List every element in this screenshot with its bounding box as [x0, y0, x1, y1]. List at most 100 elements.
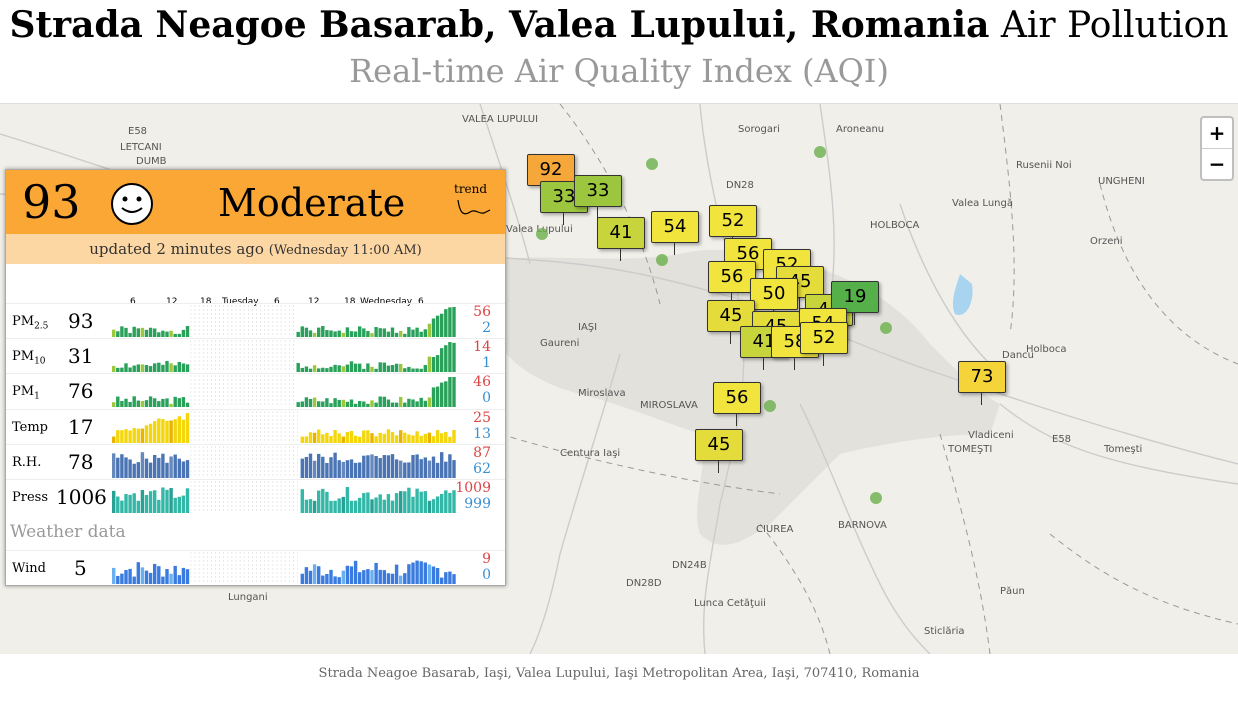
- history-sparkline: [112, 375, 456, 407]
- aqi-marker[interactable]: 41: [597, 217, 645, 261]
- map-label-road: DN24B: [672, 560, 707, 571]
- measurement-value: 76: [68, 379, 94, 403]
- footer-address: Strada Neagoe Basarab, Iaşi, Valea Lupul…: [318, 666, 920, 681]
- map-label-road: E58: [1052, 434, 1072, 445]
- map-label-place: LETCANI: [120, 142, 162, 153]
- aqi-marker[interactable]: 33: [574, 175, 622, 219]
- map-label-place: TOMEŞTI: [948, 444, 993, 455]
- measurement-label-text: Press: [12, 490, 48, 505]
- history-sparkline: [112, 411, 456, 443]
- measurement-value: 17: [68, 415, 94, 439]
- history-sparkline: [112, 340, 456, 372]
- station-dot[interactable]: [536, 228, 548, 240]
- aqi-marker[interactable]: 56: [708, 261, 756, 305]
- map-label-place: Rusenii Noi: [1016, 160, 1072, 171]
- measurement-row[interactable]: Press 1006 1009 999: [6, 479, 505, 515]
- aqi-marker[interactable]: 45: [695, 429, 743, 473]
- trend-link[interactable]: trend: [454, 182, 494, 218]
- measurement-row[interactable]: PM2.5 93 56 2: [6, 303, 505, 339]
- measurement-min: 0: [482, 390, 491, 406]
- measurement-label-text: PM: [12, 314, 35, 329]
- map-label-place: Aroneanu: [836, 124, 885, 135]
- station-dot[interactable]: [656, 254, 668, 266]
- page-title-location: Strada Neagoe Basarab, Valea Lupului, Ro…: [9, 4, 990, 46]
- aqi-marker[interactable]: 54: [651, 211, 699, 255]
- map-label-place: Orzeni: [1090, 236, 1123, 247]
- aqi-level: Moderate: [218, 181, 406, 225]
- measurement-label-text: Temp: [12, 420, 49, 435]
- station-dot[interactable]: [646, 158, 658, 170]
- aqi-marker[interactable]: 50: [750, 278, 798, 322]
- zoom-control: + −: [1200, 116, 1234, 181]
- aqi-marker[interactable]: 73: [958, 361, 1006, 405]
- map-label-place: Păun: [1000, 586, 1025, 597]
- aqi-marker[interactable]: 52: [709, 205, 757, 249]
- page-title: Strada Neagoe Basarab, Valea Lupului, Ro…: [0, 2, 1238, 49]
- measurement-label: Press: [12, 490, 48, 505]
- measurement-min: 1: [482, 355, 491, 371]
- smiley-face-icon: [111, 183, 153, 225]
- measurement-value: 93: [68, 309, 94, 333]
- map-label-place: MIROSLAVA: [640, 400, 698, 411]
- measurement-label: PM1: [12, 384, 40, 402]
- history-sparkline: [112, 446, 456, 478]
- map-label-road: DN28D: [626, 578, 662, 589]
- map-label-place: Valea Lungă: [952, 198, 1013, 209]
- updated-text: updated 2 minutes ago: [89, 240, 264, 258]
- station-dot[interactable]: [880, 322, 892, 334]
- updated-time: (Wednesday 11:00 AM): [268, 243, 422, 258]
- map-label-place: VALEA LUPULUI: [462, 114, 539, 125]
- measurement-row[interactable]: PM1 76 46 0: [6, 373, 505, 409]
- page-subtitle: Real-time Air Quality Index (AQI): [349, 52, 889, 90]
- measurement-value: 78: [68, 450, 94, 474]
- page-title-suffix: Air Pollution: [1000, 5, 1229, 46]
- measurement-max: 14: [473, 339, 491, 355]
- map-label-place: CIUREA: [756, 524, 794, 535]
- station-dot[interactable]: [764, 400, 776, 412]
- measurement-label: PM2.5: [12, 314, 48, 332]
- measurement-label: Temp: [12, 420, 48, 435]
- trend-label: trend: [454, 182, 488, 196]
- measurement-label-text: PM: [12, 384, 35, 399]
- measurement-value: 1006: [56, 485, 107, 509]
- measurement-row[interactable]: PM10 31 14 1: [6, 338, 505, 374]
- map-label-place: Sticlăria: [924, 626, 965, 637]
- zoom-out-button[interactable]: −: [1202, 148, 1232, 179]
- station-dot[interactable]: [870, 492, 882, 504]
- zoom-in-button[interactable]: +: [1202, 118, 1232, 148]
- aqi-header: 93 Moderate trend: [6, 170, 505, 234]
- measurement-max: 25: [473, 410, 491, 426]
- map-label-place: Sorogari: [738, 124, 780, 135]
- map-label-place: BARNOVA: [838, 520, 887, 531]
- measurement-row[interactable]: Temp 17 25 13: [6, 409, 505, 445]
- measurement-min: 13: [473, 426, 491, 442]
- measurement-max: 1009: [455, 480, 491, 496]
- map-label-road: Centura Iaşi: [560, 448, 621, 459]
- history-sparkline: [112, 305, 456, 337]
- measurement-max: 9: [482, 551, 491, 567]
- weather-data-label: Weather data: [10, 522, 126, 542]
- measurement-row[interactable]: R.H. 78 87 62: [6, 444, 505, 480]
- measurement-min: 999: [464, 496, 491, 512]
- measurement-label: Wind: [12, 561, 46, 576]
- aqi-info-panel: 93 Moderate trend updated 2 minutes ago …: [5, 169, 506, 586]
- aqi-marker[interactable]: 56: [713, 382, 761, 426]
- history-sparkline: [112, 481, 456, 513]
- measurement-max: 87: [473, 445, 491, 461]
- map-label-road: DN28: [726, 180, 754, 191]
- map-label-place: Gaureni: [540, 338, 580, 349]
- measurement-label-sub: 10: [34, 356, 46, 367]
- measurement-label-text: PM: [12, 349, 35, 364]
- measurement-min: 62: [473, 461, 491, 477]
- station-dot[interactable]: [814, 146, 826, 158]
- measurement-min: 0: [482, 567, 491, 583]
- aqi-marker[interactable]: 52: [800, 322, 848, 366]
- measurement-max: 46: [473, 374, 491, 390]
- measurement-label: PM10: [12, 349, 46, 367]
- trend-icon: [457, 199, 491, 215]
- map-label-place: IAŞI: [578, 322, 598, 333]
- measurement-row[interactable]: Wind 5 9 0: [6, 550, 505, 586]
- map-label-place: Vladiceni: [968, 430, 1014, 441]
- map-label-place: UNGHENI: [1098, 176, 1145, 187]
- measurement-max: 56: [473, 304, 491, 320]
